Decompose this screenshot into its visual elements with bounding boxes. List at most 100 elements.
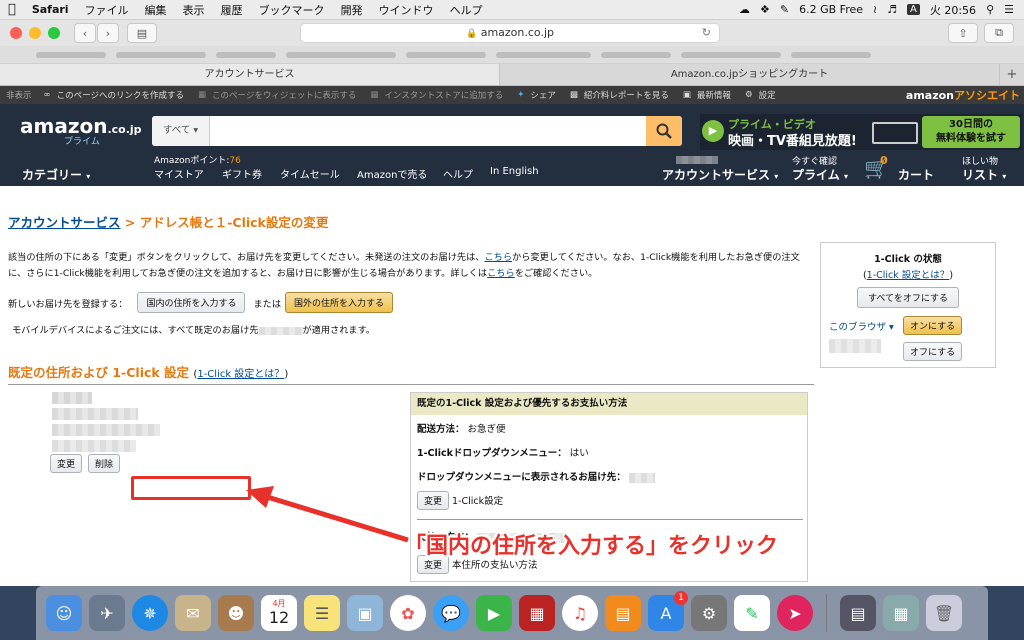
nav-gift-card[interactable]: ギフト券 <box>222 166 262 181</box>
menu-view[interactable]: 表示 <box>183 2 205 18</box>
oneclick-help-link[interactable]: 1-Click 設定とは？ <box>867 270 950 281</box>
app-menu[interactable]: Safari <box>32 3 69 16</box>
menu-history[interactable]: 履歴 <box>221 2 243 18</box>
minimize-window-button[interactable] <box>29 27 41 39</box>
instant-store-button[interactable]: インスタントストアに追加する <box>384 89 503 101</box>
itunes-icon[interactable]: ♫ <box>562 595 598 631</box>
desc-link-details[interactable]: こちら <box>487 268 515 279</box>
app-store-icon[interactable]: A1 <box>648 591 688 631</box>
tab-account-service[interactable]: アカウントサービス <box>0 64 500 85</box>
search-button[interactable] <box>646 116 682 146</box>
report-button[interactable]: 紹介料レポートを見る <box>584 89 669 101</box>
forward-button[interactable]: › <box>97 23 119 43</box>
photo-booth-icon[interactable]: ▦ <box>519 595 555 631</box>
oneclick-on-button[interactable]: オンにする <box>903 316 963 335</box>
blurred-bookmark[interactable] <box>286 52 396 58</box>
tabs-overview-icon[interactable]: ⧉ <box>984 23 1014 43</box>
address-bar[interactable]: 🔒 amazon.co.jp ↻ <box>300 23 720 43</box>
share-icon[interactable]: ⇧ <box>948 23 978 43</box>
back-button[interactable]: ‹ <box>74 23 96 43</box>
desc-link-pending-orders[interactable]: こちら <box>484 252 512 263</box>
menu-window[interactable]: ウインドウ <box>379 2 434 18</box>
storage-status[interactable]: 6.2 GB Free <box>799 3 863 16</box>
system-preferences-icon[interactable]: ⚙ <box>691 595 727 631</box>
menu-develop[interactable]: 開発 <box>341 2 363 18</box>
notes-icon[interactable]: ☰ <box>304 595 340 631</box>
widget-button[interactable]: このページをウィジェットに表示する <box>212 89 356 101</box>
account-menu[interactable]: アカウントサービス ▾ <box>662 166 778 183</box>
nav-time-sale[interactable]: タイムセール <box>280 166 340 181</box>
documents-stack-icon[interactable]: ▦ <box>883 595 919 631</box>
launchpad-icon[interactable]: ✈ <box>89 595 125 631</box>
oneclick-off-button[interactable]: オフにする <box>903 342 963 361</box>
browser-label[interactable]: このブラウザ ▾ <box>829 319 894 333</box>
sidebar-toggle-icon[interactable]: ▤ <box>127 23 157 43</box>
blurred-bookmark[interactable] <box>116 52 206 58</box>
blurred-bookmark[interactable] <box>681 52 781 58</box>
breadcrumb-account-link[interactable]: アカウントサービス <box>8 215 121 230</box>
cart-link[interactable]: カート <box>898 166 934 183</box>
search-input[interactable] <box>210 116 682 146</box>
news-button[interactable]: 最新情報 <box>697 89 731 101</box>
share-button[interactable]: シェア <box>530 89 556 101</box>
input-source-badge[interactable]: A <box>907 4 920 15</box>
amazon-logo[interactable]: amazon.co.jp プライム <box>20 114 142 147</box>
new-tab-button[interactable]: + <box>1000 64 1024 85</box>
oneclick-edit-button[interactable]: 変更 <box>417 491 450 510</box>
blurred-bookmark[interactable] <box>406 52 486 58</box>
menu-help[interactable]: ヘルプ <box>450 2 483 18</box>
reload-icon[interactable]: ↻ <box>702 24 711 42</box>
calendar-icon[interactable]: 4月 12 <box>261 595 297 631</box>
zoom-window-button[interactable] <box>48 27 60 39</box>
create-link-button[interactable]: このページへのリンクを作成する <box>57 89 184 101</box>
domestic-address-button[interactable]: 国内の住所を入力する <box>137 292 246 313</box>
volume-icon[interactable]: ♬ <box>887 3 897 16</box>
photos-icon[interactable]: ✿ <box>390 595 426 631</box>
prime-trial-button[interactable]: 30日間の 無料体験を試す <box>922 116 1020 148</box>
address-edit-button[interactable]: 変更 <box>50 454 83 473</box>
evernote-icon[interactable]: ✎ <box>780 3 789 16</box>
blurred-bookmark[interactable] <box>496 52 591 58</box>
blurred-bookmark[interactable] <box>216 52 276 58</box>
section-help-link[interactable]: 1-Click 設定とは？ <box>197 369 284 380</box>
contacts-icon[interactable]: ☻ <box>218 595 254 631</box>
safari-icon[interactable]: ✵ <box>132 595 168 631</box>
tab-shopping-cart[interactable]: Amazon.co.jpショッピングカート <box>500 64 1000 85</box>
cloud-icon[interactable]: ☁ <box>739 3 750 16</box>
skitch-icon[interactable]: ➤ <box>777 595 813 631</box>
spotlight-icon[interactable]: ⚲ <box>986 3 994 16</box>
nav-my-store[interactable]: マイストア <box>154 166 204 181</box>
blurred-bookmark[interactable] <box>791 52 871 58</box>
prime-menu[interactable]: プライム ▾ <box>792 166 848 183</box>
nav-help[interactable]: ヘルプ <box>443 166 473 181</box>
address-delete-button[interactable]: 削除 <box>88 454 121 473</box>
menu-edit[interactable]: 編集 <box>145 2 167 18</box>
nav-sell[interactable]: Amazonで売る <box>357 166 427 181</box>
all-off-button[interactable]: すべてをオフにする <box>857 287 959 308</box>
messages-icon[interactable]: 💬 <box>433 595 469 631</box>
evernote-icon[interactable]: ✎ <box>734 595 770 631</box>
menu-bookmarks[interactable]: ブックマーク <box>259 2 325 18</box>
trash-icon[interactable]: 🗑 <box>926 595 962 631</box>
category-menu[interactable]: カテゴリー ▾ <box>22 166 90 183</box>
dropbox-icon[interactable]: ❖ <box>760 3 770 16</box>
blurred-bookmark[interactable] <box>36 52 106 58</box>
downloads-stack-icon[interactable]: ▤ <box>840 595 876 631</box>
search-category-select[interactable]: すべて ▾ <box>152 116 210 146</box>
notification-center-icon[interactable]: ☰ <box>1004 3 1014 16</box>
settings-button[interactable]: 設定 <box>759 89 776 101</box>
ibooks-icon[interactable]: ▤ <box>605 595 641 631</box>
facetime-icon[interactable]: ▶ <box>476 595 512 631</box>
foreign-address-button[interactable]: 国外の住所を入力する <box>285 292 394 313</box>
close-window-button[interactable] <box>10 27 22 39</box>
menu-file[interactable]: ファイル <box>85 2 129 18</box>
finder-icon[interactable]: ☺ <box>46 595 82 631</box>
clock[interactable]: 火 20:56 <box>930 2 976 18</box>
apple-menu-icon[interactable]:  <box>8 2 16 17</box>
prime-video-banner[interactable]: ▶ プライム・ビデオ 映画・TV番組見放題! 30日間の 無料体験を試す <box>700 114 1022 150</box>
blurred-bookmark[interactable] <box>601 52 671 58</box>
amazon-points[interactable]: Amazonポイント:76 <box>154 153 241 166</box>
associate-hide-button[interactable]: 非表示 <box>6 89 32 101</box>
nav-english[interactable]: In English <box>490 166 539 177</box>
wifi-icon[interactable]: ≀ <box>873 3 877 16</box>
